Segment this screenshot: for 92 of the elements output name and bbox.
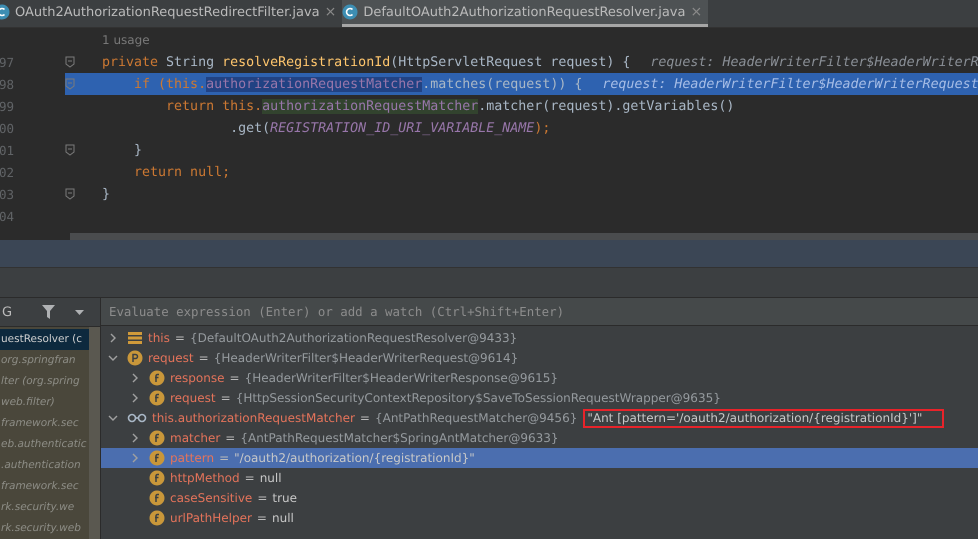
variable-name: this xyxy=(148,331,170,345)
variable-row[interactable]: urlPathHelper = null xyxy=(101,508,978,528)
stack-frame[interactable]: rk.security.we xyxy=(0,497,89,518)
filter-icon[interactable] xyxy=(42,305,55,319)
stack-frame[interactable]: rk.security.web xyxy=(0,518,89,539)
variable-row[interactable]: matcher = {AntPathRequestMatcher$SpringAntMatcher@9633} xyxy=(101,428,978,448)
variable-value: null xyxy=(260,471,282,485)
list-icon xyxy=(127,331,143,345)
code-line: if (this.authorizationRequestMatcher.matches(request)) { xyxy=(133,76,582,92)
variable-row[interactable]: this.authorizationRequestMatcher = {AntPathRequestMatcher@9456} "Ant [pattern='/oauth2/authorization/{registrationId}']" xyxy=(101,408,978,428)
variable-value: {HeaderWriterFilter$HeaderWriterResponse@9615} xyxy=(244,371,558,385)
variable-name: request xyxy=(148,351,194,365)
variable-row[interactable]: this = {DefaultOAuth2AuthorizationRequestResolver@9433} xyxy=(101,328,978,348)
equals-sign: = xyxy=(257,491,268,505)
scrollbar[interactable] xyxy=(89,327,100,539)
fold-icon[interactable] xyxy=(65,188,75,200)
variable-row[interactable]: httpMethod = null xyxy=(101,468,978,488)
variable-value: {AntPathRequestMatcher@9456} xyxy=(374,411,578,425)
fold-icon[interactable] xyxy=(65,144,75,156)
stack-frame[interactable]: .authentication xyxy=(0,455,89,476)
close-icon[interactable]: × xyxy=(690,4,702,20)
variable-value: {HeaderWriterFilter$HeaderWriterRequest@9614} xyxy=(214,351,518,365)
line-number: 00 xyxy=(0,120,14,136)
field-icon xyxy=(149,430,165,446)
line-number: 97 xyxy=(0,54,14,70)
line-number: 03 xyxy=(0,186,14,202)
variable-value: "/oauth2/authorization/{registrationId}" xyxy=(234,451,475,465)
variable-value: null xyxy=(272,511,294,525)
code-line: } xyxy=(133,142,142,158)
variable-row[interactable]: pattern = "/oauth2/authorization/{registrationId}" xyxy=(101,448,978,468)
line-number: 01 xyxy=(0,142,14,158)
equals-sign: = xyxy=(256,511,267,525)
stack-frame[interactable]: web.filter) xyxy=(0,392,89,413)
variable-value: {HttpSessionSecurityContextRepository$SaveToSessionRequestWrapper@9635} xyxy=(236,391,721,405)
field-icon xyxy=(149,450,165,466)
glasses-icon xyxy=(127,413,147,423)
line-number: 98 xyxy=(0,76,14,92)
variable-row[interactable]: response = {HeaderWriterFilter$HeaderWriterResponse@9615} xyxy=(101,368,978,388)
close-icon[interactable]: × xyxy=(324,4,336,20)
stack-frame[interactable]: framework.sec xyxy=(0,476,89,497)
field-icon xyxy=(149,490,165,506)
line-number: 04 xyxy=(0,208,14,224)
variable-value: true xyxy=(272,491,298,505)
class-icon xyxy=(342,4,358,20)
variable-name: request xyxy=(170,391,216,405)
line-number: 99 xyxy=(0,98,14,114)
code-line: .get(REGISTRATION_ID_URI_VARIABLE_NAME); xyxy=(229,120,550,136)
variable-name: response xyxy=(170,371,225,385)
usage-hint[interactable]: 1 usage xyxy=(102,33,150,47)
code-line: return null; xyxy=(133,164,230,180)
stack-frame[interactable]: framework.sec xyxy=(0,413,89,434)
field-icon xyxy=(149,390,165,406)
equals-sign: = xyxy=(244,471,255,485)
inline-hint: request: HeaderWriterFilter$HeaderWriterR xyxy=(650,54,978,70)
field-icon xyxy=(149,370,165,386)
inline-hint: request: HeaderWriterFilter$HeaderWriterRequest xyxy=(602,76,978,92)
expression-field[interactable]: Evaluate expression (Enter) or add a watch (Ctrl+Shift+Enter) xyxy=(101,298,978,326)
field-icon xyxy=(149,470,165,486)
panel-title: G xyxy=(2,304,14,320)
field-icon xyxy=(149,510,165,526)
stack-frame[interactable]: org.springfran xyxy=(0,350,89,371)
stack-frame[interactable]: lter (org.spring xyxy=(0,371,89,392)
variable-name: httpMethod xyxy=(170,471,240,485)
stack-frame[interactable]: uestResolver (c xyxy=(0,329,89,350)
variable-name: pattern xyxy=(170,451,214,465)
stack-frame[interactable]: eb.authenticatic xyxy=(0,434,89,455)
equals-sign: = xyxy=(225,431,236,445)
variable-value: {DefaultOAuth2AuthorizationRequestResolver@9433} xyxy=(190,331,518,345)
equals-sign: = xyxy=(220,391,231,405)
variable-name: matcher xyxy=(170,431,220,445)
code-line: return this.authorizationRequestMatcher.matcher(request).getVariables() xyxy=(165,98,734,114)
variable-row[interactable]: caseSensitive = true xyxy=(101,488,978,508)
equals-sign: = xyxy=(230,371,240,385)
variable-value: {AntPathRequestMatcher$SpringAntMatcher@9633} xyxy=(240,431,559,445)
fold-icon[interactable] xyxy=(65,56,75,68)
code-line: private String resolveRegistrationId(HttpServletRequest request) { xyxy=(102,54,630,70)
code-line: } xyxy=(102,186,110,202)
dropdown-icon[interactable] xyxy=(75,310,84,314)
variable-name: urlPathHelper xyxy=(170,511,252,525)
parameter-icon xyxy=(127,350,143,366)
file-tab[interactable]: DefaultOAuth2AuthorizationRequestResolver.java × xyxy=(342,0,708,27)
scrollbar[interactable] xyxy=(70,233,978,240)
variable-name: caseSensitive xyxy=(170,491,252,505)
equals-sign: = xyxy=(360,411,370,425)
variable-name: this.authorizationRequestMatcher xyxy=(152,411,355,425)
variable-row[interactable]: request = {HttpSessionSecurityContextRepository$SaveToSessionRequestWrapper@9635} xyxy=(101,388,978,408)
line-number: 02 xyxy=(0,164,14,180)
variable-row[interactable]: request = {HeaderWriterFilter$HeaderWriterRequest@9614} xyxy=(101,348,978,368)
equals-sign: = xyxy=(174,331,185,345)
string-value: "Ant [pattern='/oauth2/authorization/{registrationId}']" xyxy=(583,408,944,428)
equals-sign: = xyxy=(198,351,209,365)
equals-sign: = xyxy=(219,451,230,465)
